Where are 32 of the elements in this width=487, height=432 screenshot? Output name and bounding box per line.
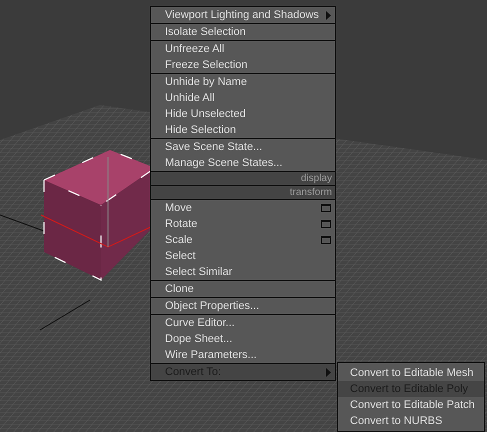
menu-item[interactable]: Select Similar [151,264,335,280]
menu-item[interactable]: Manage Scene States... [151,155,335,171]
menu-item[interactable]: Object Properties... [151,298,335,314]
menu-item[interactable]: Convert to NURBS [338,413,484,429]
menu-item[interactable]: Clone [151,281,335,297]
menu-item[interactable]: Curve Editor... [151,315,335,331]
menu-item[interactable]: Isolate Selection [151,24,335,40]
menu-item[interactable]: Wire Parameters... [151,347,335,363]
menu-item[interactable]: Convert to Editable Mesh [338,365,484,381]
menu-item[interactable]: Scale [151,232,335,248]
menu-item[interactable]: Hide Unselected [151,106,335,122]
menu-item[interactable]: Move [151,200,335,216]
submenu-arrow-icon [326,10,331,20]
menu-section-header: display [151,172,335,185]
option-box-icon[interactable] [321,204,331,212]
menu-item[interactable]: Unhide by Name [151,74,335,90]
option-box-icon[interactable] [321,220,331,228]
menu-section-header: transform [151,186,335,199]
menu-item[interactable]: Unfreeze All [151,41,335,57]
menu-item[interactable]: Hide Selection [151,122,335,138]
menu-item[interactable]: Save Scene State... [151,139,335,155]
menu-item[interactable]: Convert to Editable Patch [338,397,484,413]
option-box-icon[interactable] [321,236,331,244]
menu-item[interactable]: Select [151,248,335,264]
axis-line [40,300,90,330]
axis-line [0,214,44,232]
menu-item[interactable]: Unhide All [151,90,335,106]
menu-item[interactable]: Viewport Lighting and Shadows [151,7,335,23]
menu-item[interactable]: Rotate [151,216,335,232]
submenu-arrow-icon [326,368,331,376]
menu-item[interactable]: Freeze Selection [151,57,335,73]
menu-item[interactable]: Dope Sheet... [151,331,335,347]
